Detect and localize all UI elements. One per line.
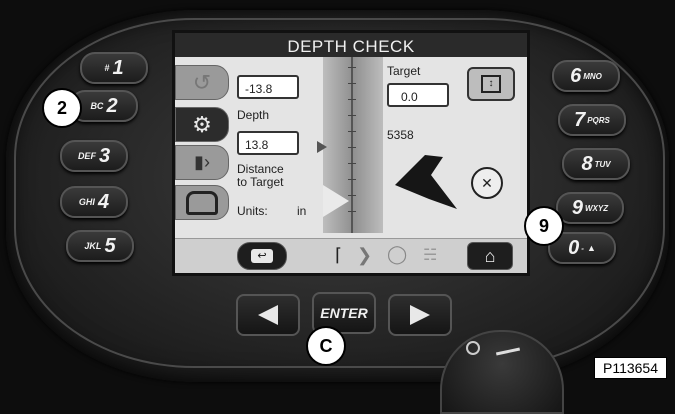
right-arrow-icon (410, 305, 430, 325)
key-4[interactable]: GHI 4 (60, 186, 128, 218)
knob-marker-icon (466, 341, 480, 355)
vertical-range-icon: ↕ (481, 75, 501, 93)
roll-indicator-icon (395, 155, 457, 209)
gauge-tick (348, 115, 356, 116)
key-3-digit: 3 (98, 144, 111, 167)
gauge-tick (348, 179, 356, 180)
back-button[interactable]: ↩ (237, 242, 287, 270)
transmitter-icon: ▮› (194, 152, 210, 172)
key-1-letters: # (104, 63, 110, 73)
gauge-tick (348, 211, 356, 212)
depth-gauge (317, 57, 383, 233)
gauge-tick (348, 195, 356, 196)
units-label: Units: (237, 204, 268, 218)
locator-icon: ⌈ (335, 245, 343, 265)
signal-strength: 5358 (387, 128, 414, 142)
callout-2: 2 (42, 88, 82, 128)
target-depth-button[interactable]: ↕ (467, 67, 515, 101)
depth-field: -13.8 (237, 75, 299, 99)
key-5[interactable]: JKL 5 (66, 230, 134, 262)
key-8-digit: 8 (581, 152, 593, 175)
gauge-chevron-icon (323, 185, 349, 217)
undo-icon: ↺ (192, 69, 212, 95)
gauge-tick (348, 131, 356, 132)
screen-bottom-bar: ↩ ⌈ ❯ ◯ ☵ ⌂ (175, 238, 527, 273)
distance-field: 13.8 (237, 131, 299, 155)
frame-button[interactable] (175, 185, 229, 220)
gauge-tick (348, 67, 356, 68)
key-7[interactable]: 7 PQRS (558, 104, 626, 136)
gauge-pointer-icon (317, 141, 327, 153)
depth-label: Depth (237, 108, 270, 122)
gauge-tick (348, 99, 356, 100)
key-2-letters: BC (90, 101, 104, 111)
target-label: Target (387, 64, 421, 78)
key-9[interactable]: 9 WXYZ (556, 192, 624, 224)
key-3-letters: DEF (77, 151, 96, 161)
key-3[interactable]: DEF 3 (60, 140, 128, 172)
figure-label: P113654 (593, 357, 667, 379)
gauge-tick (348, 147, 356, 148)
gauge-tick (348, 83, 356, 84)
key-5-letters: JKL (84, 241, 102, 251)
left-arrow-key[interactable] (236, 294, 300, 336)
grayed-icon: ☵ (423, 247, 438, 264)
display-screen: DEPTH CHECK ↺ ⚙ ▮› -13.8 Depth 13.8 Dist… (172, 30, 530, 276)
key-0-digit: 0 (568, 236, 580, 259)
beacon-button[interactable]: ▮› (175, 145, 229, 180)
key-6-digit: 6 (570, 64, 582, 87)
key-1[interactable]: # 1 (80, 52, 148, 84)
home-icon: ▲ (586, 243, 596, 253)
key-2-digit: 2 (106, 94, 118, 117)
distance-label-line2: to Target (237, 175, 284, 189)
settings-button[interactable]: ⚙ (175, 107, 229, 142)
units-value: in (297, 204, 307, 218)
key-4-digit: 4 (97, 190, 110, 213)
home-button[interactable]: ⌂ (467, 242, 513, 270)
chevron-right-icon: ❯ (357, 245, 373, 265)
callout-c: C (306, 326, 346, 366)
key-9-digit: 9 (571, 196, 583, 219)
key-6[interactable]: 6 MNO (552, 60, 620, 92)
gear-icon: ⚙ (192, 111, 212, 137)
key-7-letters: PQRS (587, 115, 610, 125)
gauge-tick (348, 163, 356, 164)
key-6-letters: MNO (583, 71, 602, 81)
key-8[interactable]: 8 TUV (562, 148, 630, 180)
target-field[interactable]: 0.0 (387, 83, 449, 107)
undo-button[interactable]: ↺ (175, 65, 229, 100)
enter-label: ENTER (320, 305, 368, 321)
key-8-letters: TUV (594, 159, 611, 169)
interference-icon: ✕ (471, 167, 503, 199)
house-icon: ⌂ (484, 245, 496, 266)
screen-title: DEPTH CHECK (175, 33, 527, 57)
key-0-letters: - (581, 243, 584, 253)
callout-9: 9 (524, 206, 564, 246)
key-5-digit: 5 (104, 234, 116, 257)
key-4-letters: GHI (78, 197, 95, 207)
key-7-digit: 7 (574, 108, 586, 131)
key-9-letters: WXYZ (585, 203, 609, 213)
return-arrow-icon: ↩ (251, 249, 273, 263)
right-arrow-key[interactable] (388, 294, 452, 336)
unlock-icon: ◯ (387, 244, 408, 264)
frame-icon (186, 190, 218, 215)
key-1-digit: 1 (112, 56, 124, 79)
left-arrow-icon (258, 305, 278, 325)
